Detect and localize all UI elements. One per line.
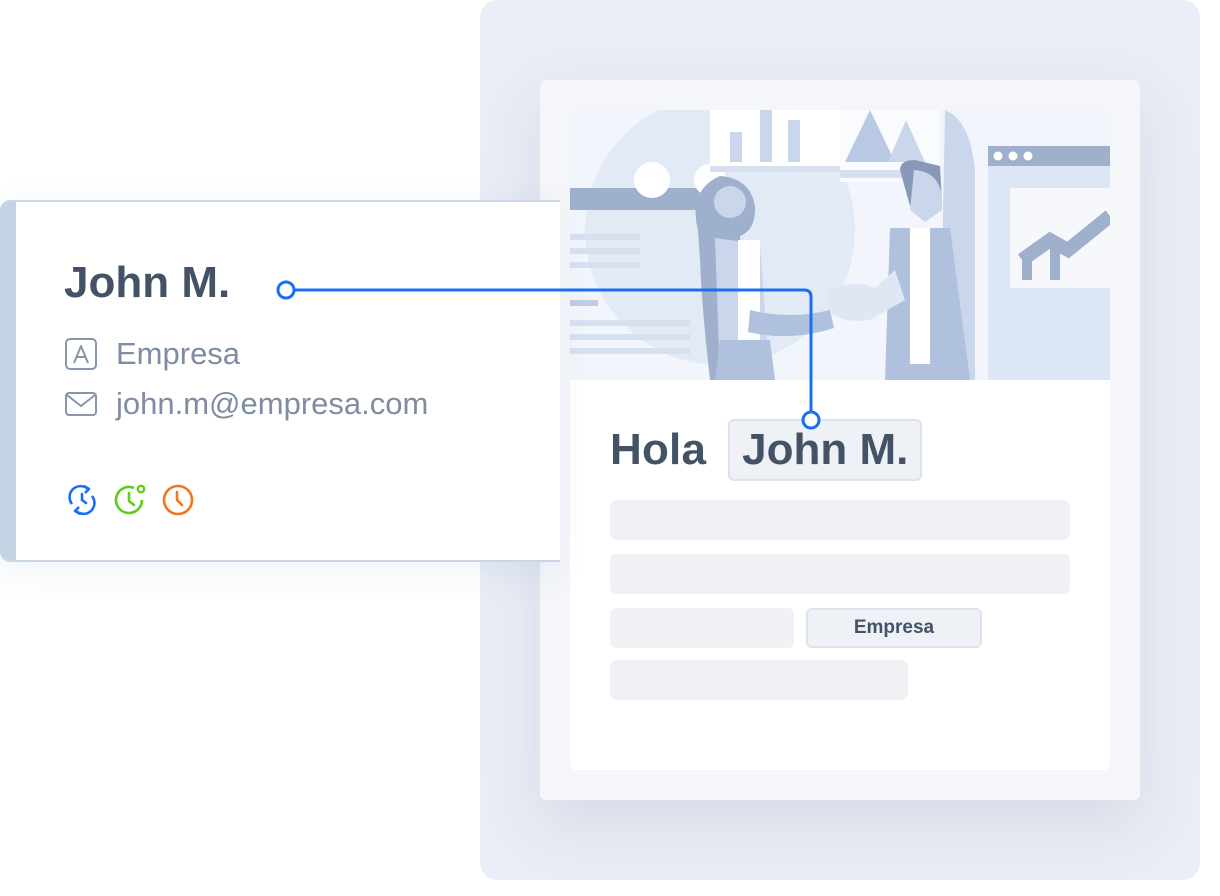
text-placeholder [610, 660, 908, 700]
company-merge-tag[interactable]: Empresa [806, 608, 982, 648]
envelope-icon [64, 387, 98, 421]
contact-email: john.m@empresa.com [116, 386, 429, 421]
email-body: Hola John M. Empresa [570, 110, 1110, 770]
contact-email-row: john.m@empresa.com [64, 386, 428, 422]
contact-company: Empresa [116, 336, 241, 371]
text-placeholder [610, 500, 1070, 540]
greeting-word: Hola [610, 425, 707, 474]
company-letter-a-icon [64, 337, 98, 371]
clock-icon[interactable] [160, 482, 196, 518]
greeting-line: Hola John M. [610, 415, 923, 485]
contact-name: John M. [64, 258, 231, 307]
hero-illustration [570, 110, 1110, 380]
text-placeholder [610, 608, 794, 648]
card-accent-bar [0, 202, 16, 560]
status-icons [64, 482, 196, 518]
clock-check-icon[interactable] [112, 482, 148, 518]
text-placeholder [610, 554, 1070, 594]
name-merge-tag[interactable]: John M. [728, 419, 923, 481]
contact-company-row: Empresa [64, 336, 240, 372]
sync-icon[interactable] [64, 482, 100, 518]
